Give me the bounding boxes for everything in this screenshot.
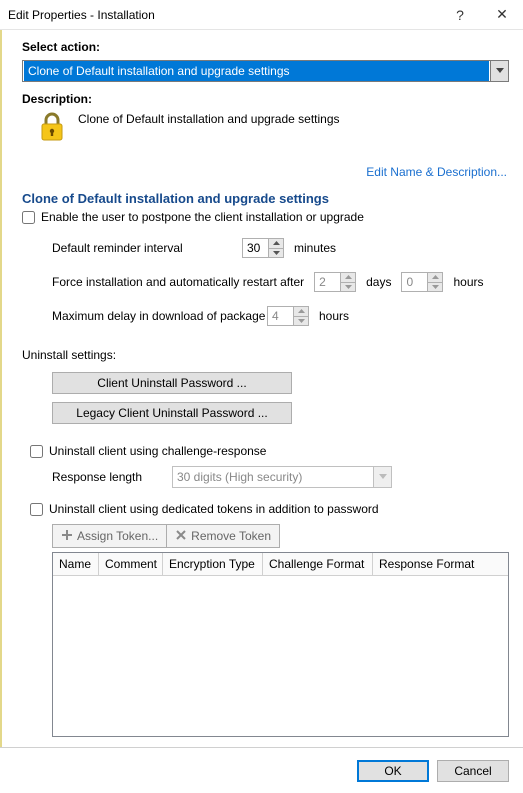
dedicated-tokens-checkbox[interactable] — [30, 503, 43, 516]
legacy-client-uninstall-password-button[interactable]: Legacy Client Uninstall Password ... — [52, 402, 292, 424]
response-length-label: Response length — [52, 470, 162, 484]
description-text: Clone of Default installation and upgrad… — [78, 112, 340, 126]
postpone-checkbox-label: Enable the user to postpone the client i… — [41, 210, 364, 224]
grid-header-comment[interactable]: Comment — [99, 553, 163, 575]
help-button[interactable]: ? — [439, 0, 481, 30]
chevron-down-icon[interactable] — [490, 61, 508, 81]
window-left-accent — [0, 30, 2, 747]
reminder-interval-unit: minutes — [294, 241, 336, 255]
x-icon — [175, 529, 187, 544]
force-install-label: Force installation and automatically res… — [52, 275, 304, 289]
response-length-select[interactable]: 30 digits (High security) — [172, 466, 392, 488]
grid-body-empty — [53, 576, 508, 736]
chevron-up-icon[interactable] — [341, 273, 355, 283]
titlebar: Edit Properties - Installation ? ✕ — [0, 0, 523, 30]
max-delay-unit: hours — [319, 309, 349, 323]
edit-name-description-link[interactable]: Edit Name & Description... — [366, 165, 507, 179]
chevron-down-icon[interactable] — [294, 317, 308, 326]
grid-header-row: Name Comment Encryption Type Challenge F… — [53, 553, 508, 576]
ok-button[interactable]: OK — [357, 760, 429, 782]
grid-header-challenge[interactable]: Challenge Format — [263, 553, 373, 575]
challenge-response-checkbox[interactable] — [30, 445, 43, 458]
uninstall-settings-label: Uninstall settings: — [22, 348, 509, 362]
reminder-interval-label: Default reminder interval — [52, 241, 232, 255]
client-uninstall-password-button[interactable]: Client Uninstall Password ... — [52, 372, 292, 394]
chevron-down-icon[interactable] — [341, 283, 355, 292]
force-days-spinner[interactable]: 2 — [314, 272, 356, 292]
remove-token-button[interactable]: Remove Token — [167, 525, 279, 547]
dedicated-tokens-label: Uninstall client using dedicated tokens … — [49, 502, 379, 516]
max-delay-spinner[interactable]: 4 — [267, 306, 309, 326]
chevron-down-icon[interactable] — [373, 467, 391, 487]
force-days-unit: days — [366, 275, 391, 289]
chevron-up-icon[interactable] — [269, 239, 283, 249]
force-hours-spinner[interactable]: 0 — [401, 272, 443, 292]
tokens-grid[interactable]: Name Comment Encryption Type Challenge F… — [52, 552, 509, 737]
chevron-down-icon[interactable] — [269, 249, 283, 258]
challenge-response-label: Uninstall client using challenge-respons… — [49, 444, 266, 458]
select-action-combo[interactable]: Clone of Default installation and upgrad… — [22, 60, 509, 82]
chevron-down-icon[interactable] — [428, 283, 442, 292]
plus-icon — [61, 529, 73, 544]
lock-icon — [38, 112, 66, 147]
max-delay-label: Maximum delay in download of package — [52, 309, 257, 323]
force-hours-unit: hours — [453, 275, 483, 289]
section-heading: Clone of Default installation and upgrad… — [22, 191, 509, 206]
postpone-checkbox[interactable] — [22, 211, 35, 224]
select-action-label: Select action: — [22, 40, 509, 54]
window-title: Edit Properties - Installation — [8, 8, 439, 22]
dialog-footer: OK Cancel — [0, 747, 523, 793]
grid-header-response[interactable]: Response Format — [373, 553, 508, 575]
assign-token-button[interactable]: Assign Token... — [53, 525, 167, 547]
chevron-up-icon[interactable] — [294, 307, 308, 317]
grid-header-encryption[interactable]: Encryption Type — [163, 553, 263, 575]
description-label: Description: — [22, 92, 509, 106]
cancel-button[interactable]: Cancel — [437, 760, 509, 782]
chevron-up-icon[interactable] — [428, 273, 442, 283]
reminder-interval-spinner[interactable]: 30 — [242, 238, 284, 258]
select-action-value: Clone of Default installation and upgrad… — [24, 61, 489, 81]
grid-header-name[interactable]: Name — [53, 553, 99, 575]
close-button[interactable]: ✕ — [481, 0, 523, 30]
